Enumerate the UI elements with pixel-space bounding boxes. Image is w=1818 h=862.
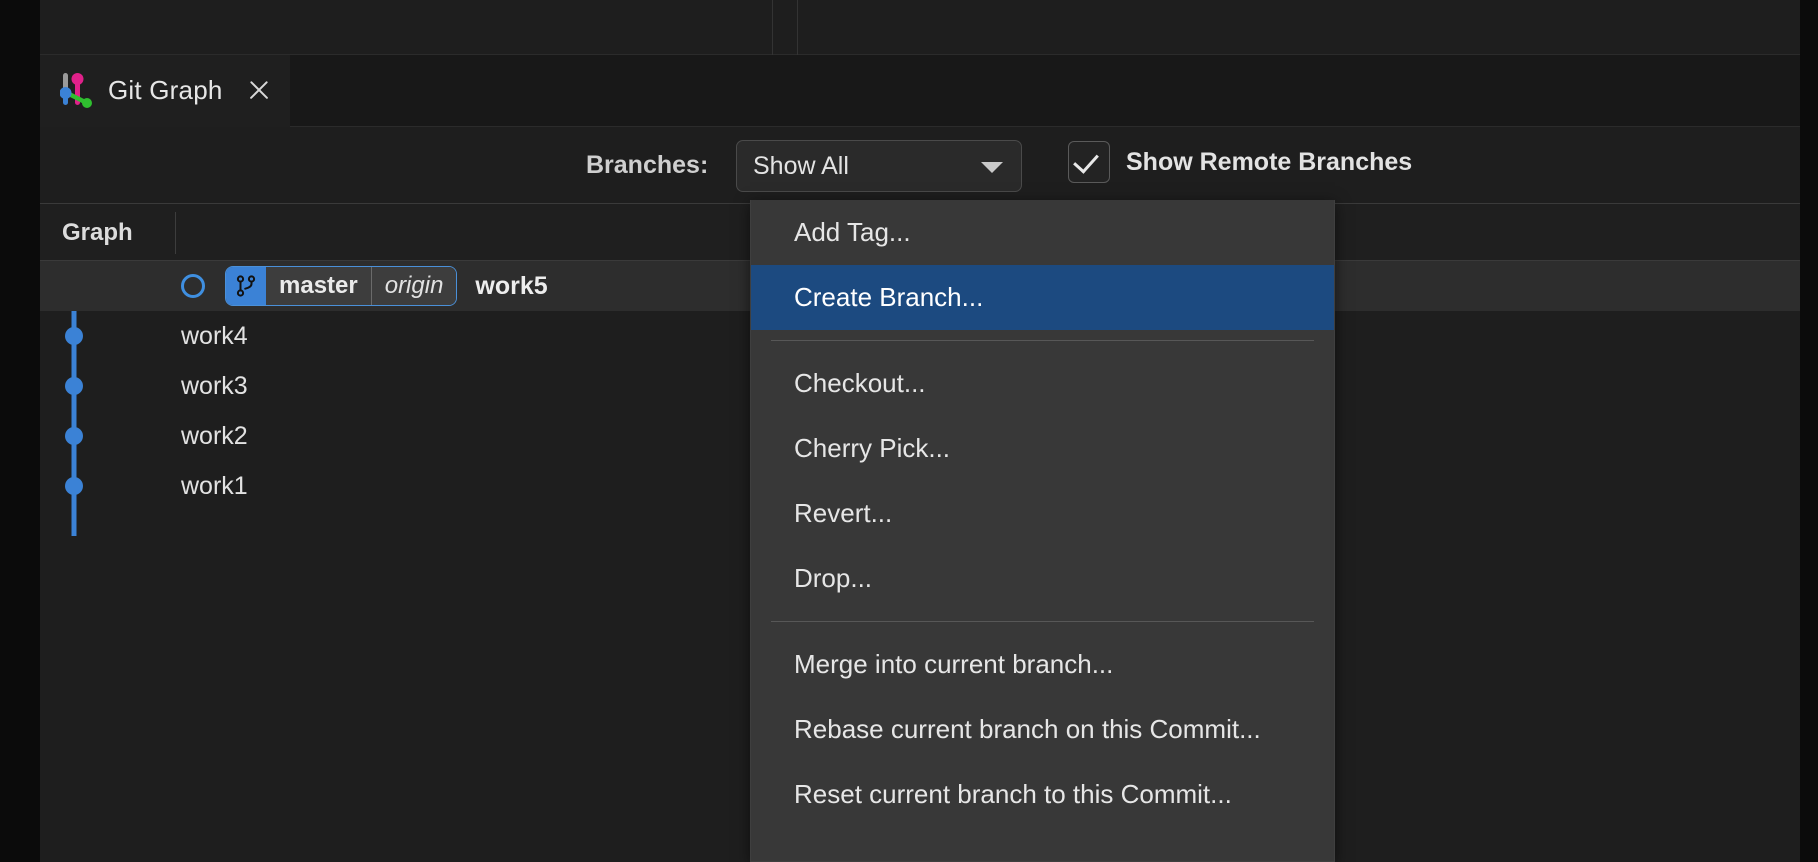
editor-chrome-strip (0, 0, 1818, 55)
commit-context-menu: Add Tag... Create Branch... Checkout... … (750, 200, 1335, 862)
tab-title: Git Graph (108, 74, 223, 105)
menu-item-rebase-current-branch[interactable]: Rebase current branch on this Commit... (751, 697, 1334, 762)
editor-split-divider-1 (772, 0, 773, 55)
menu-item-create-branch[interactable]: Create Branch... (751, 265, 1334, 330)
chevron-down-icon (981, 162, 1003, 173)
commit-message-cell: work2 (181, 422, 248, 451)
graph-toolbar: Branches: Show All Show Remote Branches (40, 127, 1800, 203)
commit-subject: work3 (181, 371, 248, 400)
tab-git-graph[interactable]: Git Graph (40, 55, 290, 127)
git-graph-icon (59, 71, 94, 109)
commit-message-cell: work3 (181, 372, 248, 401)
menu-item-revert[interactable]: Revert... (751, 481, 1334, 546)
head-indicator-icon (181, 274, 205, 298)
editor-split-divider-2 (797, 0, 798, 55)
commit-subject: work5 (475, 271, 548, 300)
branches-dropdown-value: Show All (753, 151, 849, 180)
menu-item-add-tag[interactable]: Add Tag... (751, 200, 1334, 265)
menu-item-reset-current-branch[interactable]: Reset current branch to this Commit... (751, 762, 1334, 827)
menu-separator-1 (771, 340, 1314, 341)
show-remote-branches-checkbox[interactable] (1068, 141, 1110, 183)
commit-subject: work1 (181, 471, 248, 500)
git-branch-icon (226, 267, 266, 305)
branch-ref-chip[interactable]: master origin (225, 266, 458, 306)
menu-item-merge-into-current-branch[interactable]: Merge into current branch... (751, 632, 1334, 697)
commit-subject: work2 (181, 421, 248, 450)
branch-name-label: master (266, 267, 372, 305)
show-remote-branches-label: Show Remote Branches (1126, 147, 1413, 176)
menu-separator-2 (771, 621, 1314, 622)
menu-item-cherry-pick[interactable]: Cherry Pick... (751, 416, 1334, 481)
activity-bar-rail (0, 55, 40, 862)
commit-subject: work4 (181, 321, 248, 350)
show-remote-branches-toggle[interactable]: Show Remote Branches (1068, 141, 1412, 183)
right-edge-rail (1800, 0, 1818, 862)
branch-remote-label: origin (371, 267, 457, 305)
column-header-graph[interactable]: Graph (40, 204, 175, 262)
editor-left-gutter (0, 0, 40, 55)
branches-dropdown[interactable]: Show All (736, 140, 1022, 192)
branches-label: Branches: (586, 151, 709, 179)
tab-bar: Git Graph (40, 55, 1800, 127)
commit-message-cell: master origin work5 (181, 266, 548, 306)
checkmark-icon (1073, 147, 1099, 174)
commit-message-cell: work1 (181, 472, 248, 501)
commit-message-cell: work4 (181, 322, 248, 351)
close-icon[interactable] (245, 76, 273, 104)
menu-item-drop[interactable]: Drop... (751, 546, 1334, 611)
menu-item-checkout[interactable]: Checkout... (751, 351, 1334, 416)
